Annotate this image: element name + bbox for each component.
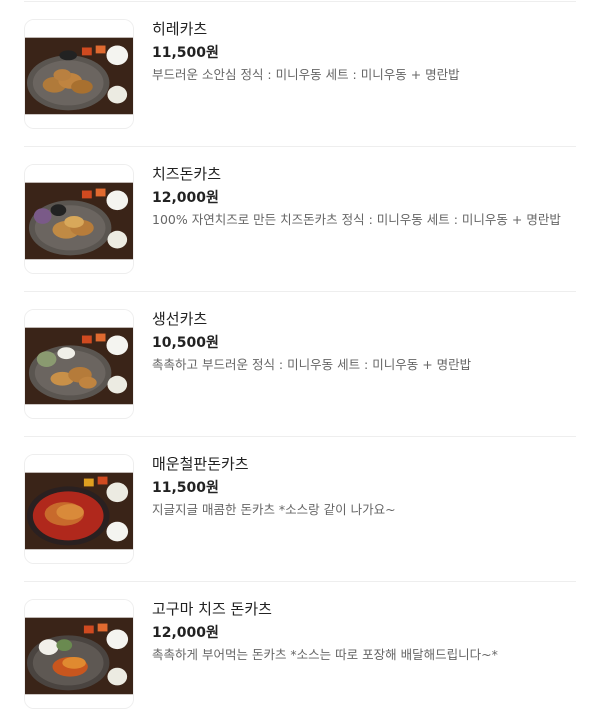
menu-item-name[interactable]: 매운철판돈카츠 (152, 453, 576, 475)
hire-katsu-photo-graphic (25, 20, 133, 128)
menu-item-description: 지글지글 매콤한 돈카츠 *소스랑 같이 나가요~ (152, 502, 396, 517)
menu-item[interactable]: 히레카츠 11,500원 부드러운 소안심 정식 : 미니우동 세트 : 미니우… (24, 2, 576, 147)
menu-item-description: 촉촉하고 부드러운 정식 : 미니우동 세트 : 미니우동 + 명란밥 (152, 357, 472, 372)
menu-item[interactable]: 치즈돈카츠 12,000원 100% 자연치즈로 만든 치즈돈카츠 정식 : 미… (24, 147, 576, 292)
menu-item-info: 생선카츠 10,500원 촉촉하고 부드러운 정식 : 미니우동 세트 : 미니… (152, 308, 576, 375)
menu-item-price: 12,000원 (152, 190, 219, 206)
menu-list: 히레카츠 11,500원 부드러운 소안심 정식 : 미니우동 세트 : 미니우… (24, 0, 576, 727)
menu-item-price: 10,500원 (152, 335, 219, 351)
menu-item-description: 촉촉하게 부어먹는 돈카츠 *소스는 따로 포장해 배달해드립니다~* (152, 647, 498, 662)
menu-item-name[interactable]: 히레카츠 (152, 18, 576, 40)
menu-item-info: 매운철판돈카츠 11,500원 지글지글 매콤한 돈카츠 *소스랑 같이 나가요… (152, 453, 576, 520)
menu-item-photo[interactable] (24, 19, 134, 129)
menu-item-description: 100% 자연치즈로 만든 치즈돈카츠 정식 : 미니우동 세트 : 미니우동 … (152, 212, 561, 227)
menu-item-name[interactable]: 고구마 치즈 돈카츠 (152, 598, 576, 620)
menu-item-photo[interactable] (24, 164, 134, 274)
spicy-iron-plate-donkatsu-photo-graphic (25, 455, 133, 563)
menu-item-info: 고구마 치즈 돈카츠 12,000원 촉촉하게 부어먹는 돈카츠 *소스는 따로… (152, 598, 576, 665)
cheese-donkatsu-photo-graphic (25, 165, 133, 273)
menu-item[interactable]: 매운철판돈카츠 11,500원 지글지글 매콤한 돈카츠 *소스랑 같이 나가요… (24, 437, 576, 582)
menu-item-price: 11,500원 (152, 480, 219, 496)
menu-item-photo[interactable] (24, 599, 134, 709)
menu-item-photo[interactable] (24, 454, 134, 564)
menu-item[interactable]: 생선카츠 10,500원 촉촉하고 부드러운 정식 : 미니우동 세트 : 미니… (24, 292, 576, 437)
menu-item-name[interactable]: 생선카츠 (152, 308, 576, 330)
menu-item-info: 히레카츠 11,500원 부드러운 소안심 정식 : 미니우동 세트 : 미니우… (152, 18, 576, 85)
menu-item-name[interactable]: 치즈돈카츠 (152, 163, 576, 185)
fish-katsu-photo-graphic (25, 310, 133, 418)
menu-item[interactable]: 고구마 치즈 돈카츠 12,000원 촉촉하게 부어먹는 돈카츠 *소스는 따로… (24, 582, 576, 727)
menu-item-description: 부드러운 소안심 정식 : 미니우동 세트 : 미니우동 + 명란밥 (152, 67, 460, 82)
menu-item-photo[interactable] (24, 309, 134, 419)
menu-item-price: 11,500원 (152, 45, 219, 61)
sweet-potato-cheese-donkatsu-photo-graphic (25, 600, 133, 708)
menu-item-price: 12,000원 (152, 625, 219, 641)
menu-item-info: 치즈돈카츠 12,000원 100% 자연치즈로 만든 치즈돈카츠 정식 : 미… (152, 163, 576, 230)
